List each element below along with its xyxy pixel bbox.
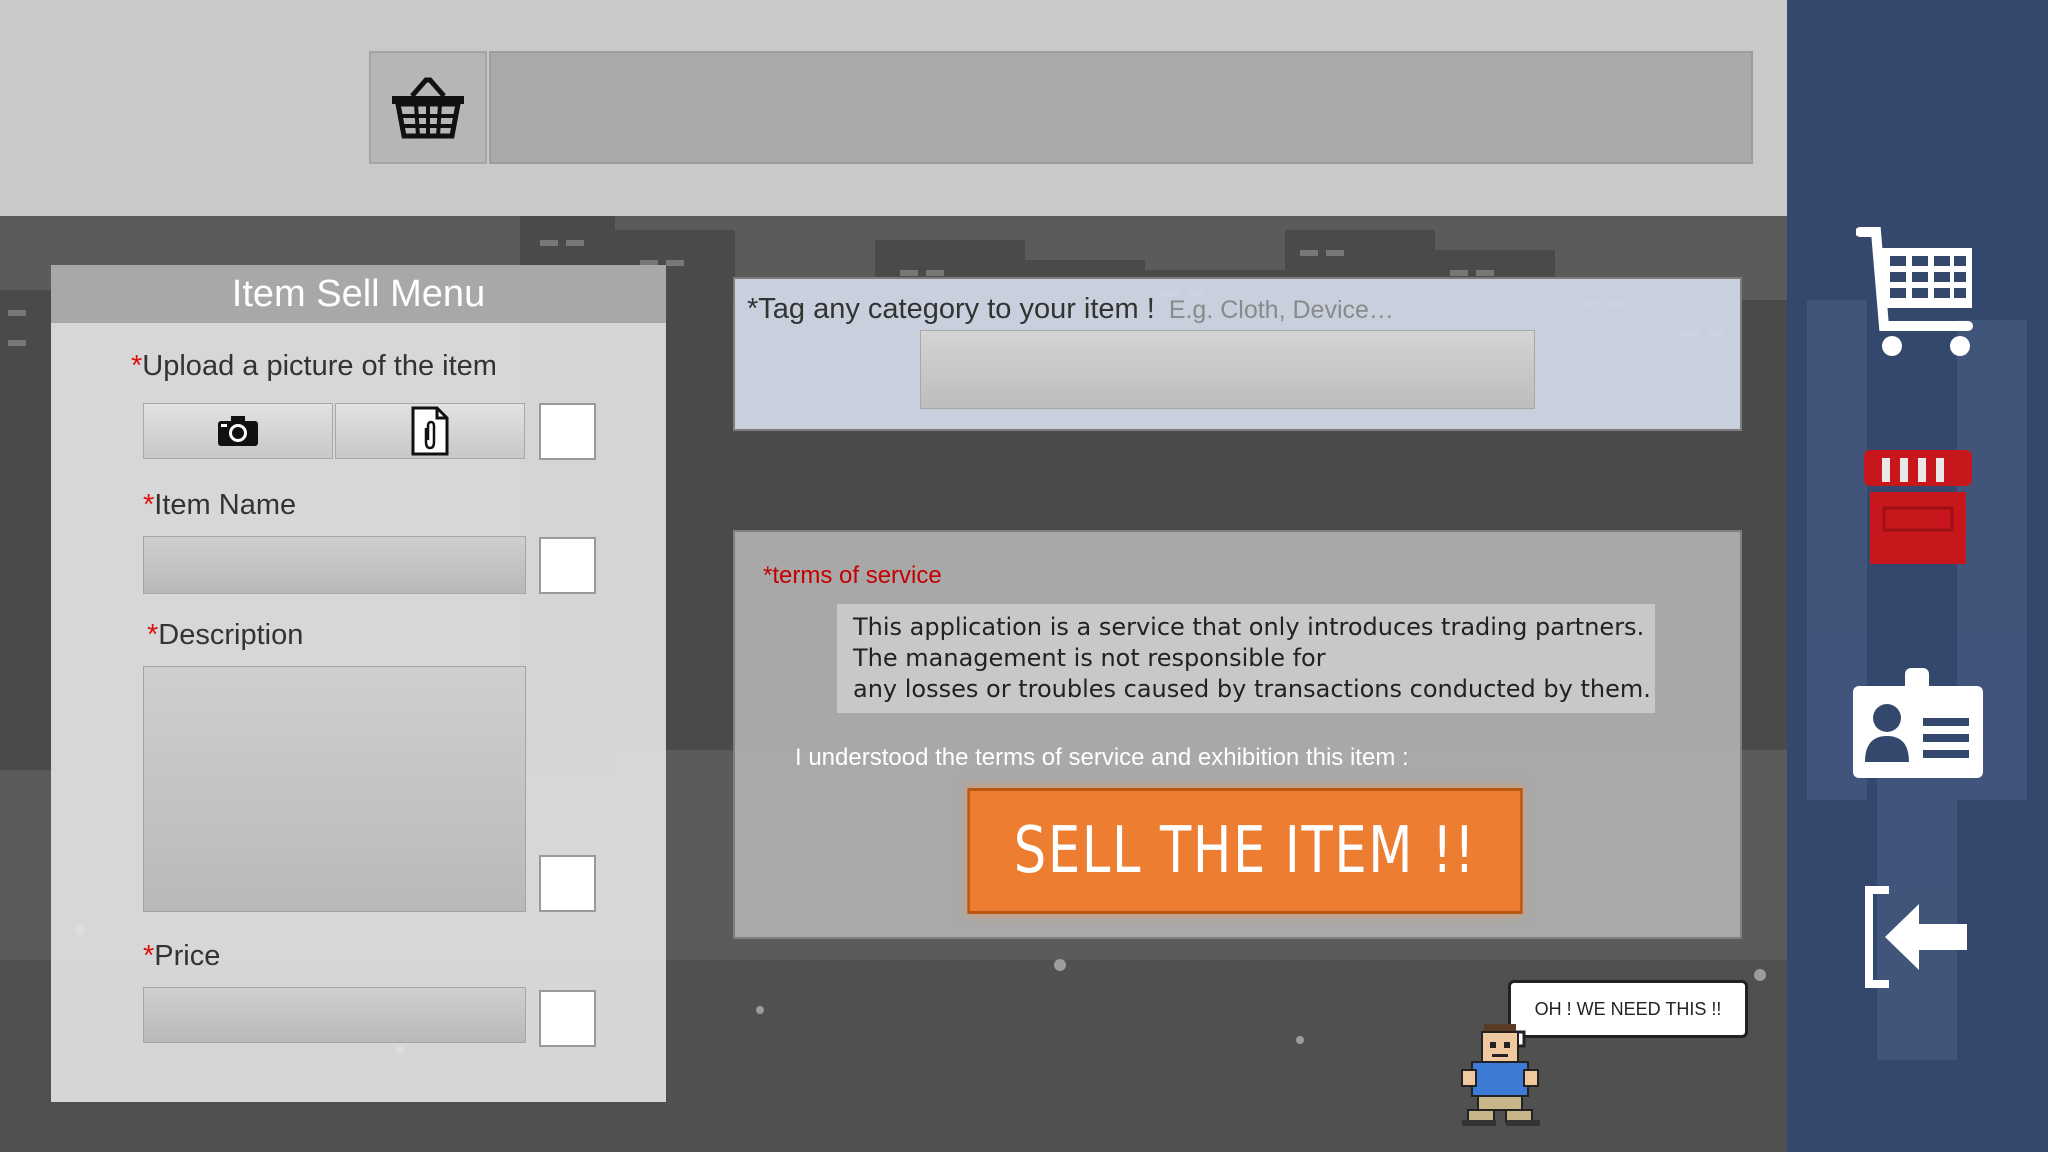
upload-checkbox[interactable]: [539, 403, 596, 460]
required-mark: *: [147, 619, 159, 651]
description-checkbox[interactable]: [539, 855, 596, 912]
upload-label-text: Upload a picture of the item: [142, 350, 497, 382]
pixel-mascot: [1461, 1024, 1540, 1126]
camera-icon: [218, 416, 258, 446]
sidebar-item-cart[interactable]: [1787, 226, 2048, 358]
required-mark: *: [143, 489, 155, 521]
sidebar-item-logout[interactable]: [1787, 886, 2048, 988]
sell-item-button[interactable]: SELL THE ITEM !!: [967, 788, 1523, 914]
store-icon: [1863, 450, 1972, 564]
tag-input[interactable]: [920, 330, 1535, 409]
file-upload-button[interactable]: [335, 403, 525, 459]
price-input[interactable]: [143, 987, 526, 1043]
terms-line: The management is not responsible for: [853, 644, 1326, 672]
item-name-label-text: Item Name: [154, 489, 297, 521]
terms-line: This application is a service that only …: [853, 613, 1645, 641]
description-label: *Description: [147, 619, 303, 652]
basket-button[interactable]: [369, 51, 487, 164]
terms-title: *terms of service: [763, 562, 942, 589]
top-bar: [0, 0, 1787, 216]
required-mark: *: [143, 940, 155, 972]
item-name-label: *Item Name: [143, 489, 296, 522]
cart-icon: [1855, 227, 1973, 356]
tag-label: *Tag any category to your item ! E.g. Clo…: [747, 293, 1394, 326]
sell-menu-title: Item Sell Menu: [51, 265, 666, 323]
sidebar-item-profile[interactable]: [1787, 668, 2048, 778]
item-sell-panel: Item Sell Menu *Upload a picture of the …: [51, 265, 666, 1102]
profile-card-icon: [1852, 668, 1983, 778]
logout-icon: [1864, 886, 1967, 988]
tag-hint: E.g. Cloth, Device…: [1168, 296, 1394, 324]
camera-upload-button[interactable]: [143, 403, 333, 459]
required-mark: *: [131, 350, 143, 382]
price-checkbox[interactable]: [539, 990, 596, 1047]
basket-icon: [392, 77, 464, 138]
item-name-checkbox[interactable]: [539, 537, 596, 594]
upload-label: *Upload a picture of the item: [131, 350, 497, 383]
terms-text: This application is a service that only …: [837, 604, 1655, 713]
file-attach-icon: [411, 406, 449, 456]
tag-category-panel: *Tag any category to your item ! E.g. Clo…: [733, 277, 1742, 431]
item-name-input[interactable]: [143, 536, 526, 594]
understand-text: I understood the terms of service and ex…: [795, 744, 1409, 771]
sidebar: [1787, 0, 2048, 1152]
terms-line: any losses or troubles caused by transac…: [853, 675, 1651, 703]
tag-label-text: *Tag any category to your item !: [747, 293, 1155, 325]
price-label-text: Price: [154, 940, 221, 972]
description-textarea[interactable]: [143, 666, 526, 912]
sidebar-item-store[interactable]: [1787, 448, 2048, 566]
price-label: *Price: [143, 940, 220, 973]
search-input[interactable]: [489, 51, 1753, 164]
description-label-text: Description: [158, 619, 304, 651]
